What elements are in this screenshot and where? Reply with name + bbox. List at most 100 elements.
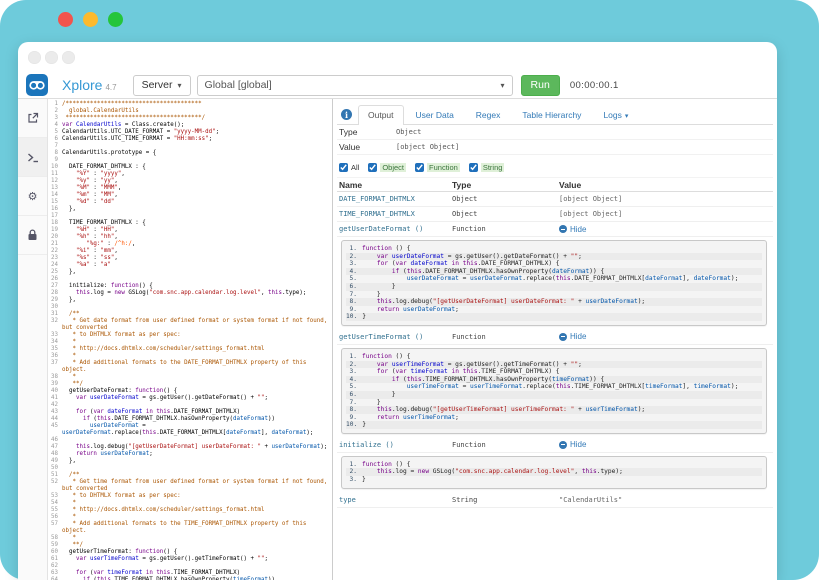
tab-table-hierarchy[interactable]: Table Hierarchy xyxy=(512,105,591,124)
line-number: 8 xyxy=(48,150,62,157)
property-name-link[interactable]: getUserDateFormat () xyxy=(339,225,452,233)
editor-line: 60 getUserTimeFormat: function() { xyxy=(48,549,332,556)
server-dropdown[interactable]: Server ▾ xyxy=(133,75,191,96)
filter-string[interactable]: String xyxy=(469,163,505,172)
terminal-button[interactable] xyxy=(18,138,47,177)
editor-line: 2 global.CalendarUtils xyxy=(48,108,332,115)
editor-line: 51 /** xyxy=(48,472,332,479)
editor-line: 24 "%a" : "a" xyxy=(48,262,332,269)
scope-select[interactable]: Global [global] ▾ xyxy=(197,75,513,96)
source-line: 5. userTimeFormat = userTimeFormat.repla… xyxy=(346,383,762,391)
filter-object[interactable]: Object xyxy=(368,163,406,172)
property-name-link[interactable]: getUserTimeFormat () xyxy=(339,333,452,341)
source-line-number: 6. xyxy=(346,283,362,291)
filter-checkbox[interactable] xyxy=(368,163,377,172)
property-name-link[interactable]: DATE_FORMAT_DHTMLX xyxy=(339,195,452,203)
line-number: 25 xyxy=(48,269,62,276)
filter-checkbox[interactable] xyxy=(339,163,348,172)
tab-logs[interactable]: Logs▾ xyxy=(593,105,638,124)
summary-row: TypeObject xyxy=(337,125,773,140)
run-button[interactable]: Run xyxy=(521,75,560,96)
result-summary: TypeObjectValue[object Object] xyxy=(337,125,773,155)
editor-line: 8CalendarUtils.prototype = { xyxy=(48,150,332,157)
source-line-number: 3. xyxy=(346,476,362,484)
editor-line: 61 var userTimeFormat = gs.getUser().get… xyxy=(48,556,332,563)
editor-line: 50 xyxy=(48,465,332,472)
minus-circle-icon xyxy=(559,441,567,449)
cell-type: Function xyxy=(452,225,559,233)
line-number: 4 xyxy=(48,122,62,129)
line-number: 55 xyxy=(48,507,62,514)
editor-line: 29 }, xyxy=(48,297,332,304)
filter-checkbox[interactable] xyxy=(415,163,424,172)
line-number: 16 xyxy=(48,206,62,213)
hide-label: Hide xyxy=(570,440,586,449)
source-line: 3.} xyxy=(346,476,762,484)
hide-toggle-link[interactable]: Hide xyxy=(559,332,773,341)
lock-button[interactable] xyxy=(18,216,47,255)
app-version: 4.7 xyxy=(105,83,116,92)
info-icon[interactable]: i xyxy=(341,109,352,120)
summary-value: Object xyxy=(396,128,773,136)
close-window-button[interactable] xyxy=(58,12,73,27)
hide-toggle-link[interactable]: Hide xyxy=(559,225,773,234)
filter-function[interactable]: Function xyxy=(415,163,460,172)
editor-line: 45 userDateFormat = userDateFormat.repla… xyxy=(48,423,332,437)
terminal-icon xyxy=(27,152,39,163)
filter-checkbox[interactable] xyxy=(469,163,478,172)
line-number: 51 xyxy=(48,472,62,479)
chevron-down-icon: ▾ xyxy=(501,81,505,90)
cell-value: [object Object] xyxy=(559,195,773,203)
tab-output[interactable]: Output xyxy=(358,105,404,125)
source-line: 7. } xyxy=(346,291,762,299)
hide-label: Hide xyxy=(570,225,586,234)
source-line-number: 10. xyxy=(346,421,362,429)
line-number: 62 xyxy=(48,563,62,570)
inner-window-chrome xyxy=(18,42,777,72)
filter-all[interactable]: All xyxy=(339,163,359,172)
editor-line: 54 * xyxy=(48,500,332,507)
open-in-new-button[interactable] xyxy=(18,99,47,138)
line-number: 46 xyxy=(48,437,62,444)
source-line-number: 9. xyxy=(346,414,362,422)
line-number: 9 xyxy=(48,157,62,164)
source-line: 6. } xyxy=(346,283,762,291)
line-number: 30 xyxy=(48,304,62,311)
editor-line: 52 * Get time format from user defined f… xyxy=(48,479,332,493)
editor-line: 28 this.log = new GSLog("com.snc.app.cal… xyxy=(48,290,332,297)
line-number: 22 xyxy=(48,248,62,255)
source-line-number: 10. xyxy=(346,313,362,321)
source-line-number: 8. xyxy=(346,406,362,414)
summary-label: Value xyxy=(339,142,396,152)
minimize-window-button[interactable] xyxy=(83,12,98,27)
line-number: 31 xyxy=(48,311,62,318)
gear-button[interactable]: ⚙ xyxy=(18,177,47,216)
editor-line: 32 * Get date format from user defined f… xyxy=(48,318,332,332)
property-name-link[interactable]: type xyxy=(339,496,452,504)
hide-toggle-link[interactable]: Hide xyxy=(559,440,773,449)
source-line: 2. this.log = new GSLog("com.snc.app.cal… xyxy=(346,468,762,476)
source-line: 1.function () { xyxy=(346,461,762,469)
lock-icon xyxy=(27,229,38,241)
source-line-number: 1. xyxy=(346,461,362,469)
source-line: 9. return userTimeFormat; xyxy=(346,414,762,422)
source-line: 4. if (this.DATE_FORMAT_DHTMLX.hasOwnPro… xyxy=(346,268,762,276)
chevron-down-icon: ▾ xyxy=(625,113,629,120)
source-line: 10.} xyxy=(346,313,762,321)
screenshot-canvas: Xplore4.7 Server ▾ Global [global] ▾ Run… xyxy=(0,0,819,580)
tab-regex[interactable]: Regex xyxy=(466,105,511,124)
code-editor[interactable]: 1/**************************************… xyxy=(48,99,333,580)
xplore-logo-icon xyxy=(26,74,48,96)
line-number: 5 xyxy=(48,129,62,136)
cell-value: "CalendarUtils" xyxy=(559,496,773,504)
property-name-link[interactable]: TIME_FORMAT_DHTMLX xyxy=(339,210,452,218)
tab-user-data[interactable]: User Data xyxy=(406,105,464,124)
editor-line: 16 }, xyxy=(48,206,332,213)
property-name-link[interactable]: initialize () xyxy=(339,441,452,449)
source-line: 4. if (this.TIME_FORMAT_DHTMLX.hasOwnPro… xyxy=(346,376,762,384)
cell-type: Function xyxy=(452,441,559,449)
editor-line: 38 * xyxy=(48,374,332,381)
maximize-window-button[interactable] xyxy=(108,12,123,27)
editor-line: 43 for (var dateFormat in this.DATE_FORM… xyxy=(48,409,332,416)
filter-label: All xyxy=(351,163,359,172)
